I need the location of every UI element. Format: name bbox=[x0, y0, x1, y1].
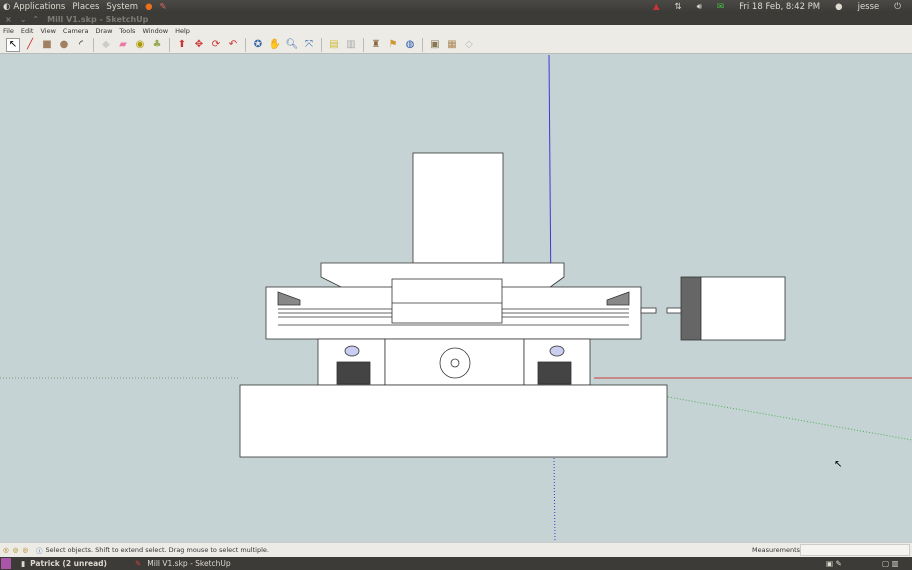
warning-icon[interactable]: ▲ bbox=[653, 2, 660, 12]
spindle-column bbox=[412, 152, 504, 264]
window-titlebar: × ⌄ ⌃ Mill V1.skp - SketchUp bbox=[0, 13, 912, 25]
google-earth-icon[interactable]: ◍ bbox=[403, 38, 417, 52]
base-block bbox=[239, 384, 668, 458]
circle-tool-icon[interactable]: ● bbox=[57, 38, 71, 52]
top-panel: ◐ Applications Places System ● ✎ ▲ ⇅ 🔊︎ … bbox=[0, 0, 912, 13]
geo-location-icon[interactable]: ◎ bbox=[3, 546, 9, 554]
workspace-switcher-icon[interactable]: ▣ ✎ bbox=[826, 559, 842, 568]
rail-right bbox=[537, 361, 572, 385]
firefox-icon[interactable]: ● bbox=[145, 2, 152, 12]
mail-icon[interactable]: ✉ bbox=[717, 2, 724, 12]
menu-places[interactable]: Places bbox=[72, 2, 99, 12]
separator bbox=[245, 37, 246, 52]
share-model-icon[interactable]: ▥ bbox=[344, 38, 358, 52]
account-icon[interactable]: ◎ bbox=[22, 546, 28, 554]
rectangle-tool-icon[interactable]: ■ bbox=[40, 38, 54, 52]
tape-measure-icon[interactable]: ◉ bbox=[133, 38, 147, 52]
line-tool-icon[interactable]: ╱ bbox=[23, 38, 37, 52]
close-icon[interactable]: × bbox=[5, 15, 12, 24]
taskbar-item-patrick[interactable]: Patrick (2 unread) bbox=[30, 559, 107, 568]
menu-file[interactable]: File bbox=[3, 27, 14, 35]
power-icon[interactable]: ⏻ bbox=[894, 2, 901, 12]
show-desktop-icon[interactable] bbox=[1, 558, 11, 569]
arc-tool-icon[interactable]: ◜ bbox=[74, 38, 88, 52]
select-tool-icon[interactable]: ↖ bbox=[6, 37, 20, 52]
menu-window[interactable]: Window bbox=[142, 27, 168, 35]
get-models-icon[interactable]: ▤ bbox=[327, 38, 341, 52]
taskbar: ▮ Patrick (2 unread) ✎ Mill V1.skp - Ske… bbox=[0, 557, 912, 570]
minimize-icon[interactable]: ⌄ bbox=[20, 15, 27, 24]
menubar: File Edit View Camera Draw Tools Window … bbox=[0, 25, 912, 36]
separator bbox=[363, 37, 364, 52]
carriage-block bbox=[391, 278, 503, 324]
toolbar: ↖ ╱ ■ ● ◜ ◆ ▰ ◉ ♣ ⬆ ✥ ⟳ ↶ ✪ ✋ 🔍︎ ⤧ ▤ ▥ ♜… bbox=[0, 36, 912, 54]
measurements-field[interactable] bbox=[800, 544, 910, 556]
push-pull-icon[interactable]: ⬆ bbox=[175, 38, 189, 52]
eraser-icon[interactable]: ▰ bbox=[116, 38, 130, 52]
add-location-icon[interactable]: ⚑ bbox=[386, 38, 400, 52]
model-viewport[interactable]: ↖ bbox=[0, 54, 912, 543]
menu-draw[interactable]: Draw bbox=[95, 27, 112, 35]
status-hint: Select objects. Shift to extend select. … bbox=[45, 546, 269, 554]
menu-camera[interactable]: Camera bbox=[63, 27, 89, 35]
menu-edit[interactable]: Edit bbox=[21, 27, 34, 35]
separator bbox=[169, 37, 170, 52]
orbit-icon[interactable]: ✪ bbox=[251, 38, 265, 52]
pan-icon[interactable]: ✋ bbox=[268, 38, 282, 52]
menu-applications[interactable]: Applications bbox=[13, 2, 65, 12]
share-component-icon[interactable]: ▦ bbox=[445, 38, 459, 52]
volume-icon[interactable]: 🔊︎ bbox=[697, 2, 702, 12]
zoom-icon[interactable]: 🔍︎ bbox=[285, 38, 299, 52]
taskbar-item-sketchup[interactable]: Mill V1.skp - SketchUp bbox=[147, 559, 230, 568]
model-drawing: ↖ bbox=[0, 54, 912, 543]
motor-face bbox=[680, 276, 702, 341]
blue-axis-dotted bbox=[553, 457, 556, 543]
pidgin-icon: ▮ bbox=[21, 559, 26, 568]
trash-icon[interactable]: ▢ ▥ bbox=[882, 559, 899, 568]
stepper-motor bbox=[700, 276, 786, 341]
ball-right bbox=[549, 345, 565, 357]
separator bbox=[321, 37, 322, 52]
separator bbox=[422, 37, 423, 52]
launcher-icon[interactable]: ✎ bbox=[160, 2, 167, 12]
zoom-extents-icon[interactable]: ⤧ bbox=[302, 38, 316, 52]
sketchup-icon: ✎ bbox=[134, 559, 142, 568]
rotate-icon[interactable]: ⟳ bbox=[209, 38, 223, 52]
ubuntu-logo-icon[interactable]: ◐ bbox=[3, 2, 10, 12]
paint-bucket-icon[interactable]: ♣ bbox=[150, 38, 164, 52]
status-bar: ◎ ◎ ◎ ⓘ Select objects. Shift to extend … bbox=[0, 542, 912, 557]
rail-left bbox=[336, 361, 371, 385]
credits-icon[interactable]: ◎ bbox=[13, 546, 19, 554]
window-title: Mill V1.skp - SketchUp bbox=[47, 14, 149, 24]
make-component-icon[interactable]: ◆ bbox=[99, 38, 113, 52]
help-icon[interactable]: ⓘ bbox=[36, 545, 43, 555]
preview-icon[interactable]: ◇ bbox=[462, 38, 476, 52]
move-icon[interactable]: ✥ bbox=[192, 38, 206, 52]
get-components-icon[interactable]: ▣ bbox=[428, 38, 442, 52]
menu-system[interactable]: System bbox=[106, 2, 138, 12]
menu-view[interactable]: View bbox=[40, 27, 55, 35]
follow-me-icon[interactable]: ↶ bbox=[226, 38, 240, 52]
separator bbox=[93, 37, 94, 52]
motor-shaft-left bbox=[640, 307, 657, 314]
place-model-icon[interactable]: ♜ bbox=[369, 38, 383, 52]
network-icon[interactable]: ⇅ bbox=[674, 2, 681, 12]
cursor-icon: ↖ bbox=[834, 459, 842, 470]
measurements-label: Measurements bbox=[752, 546, 801, 554]
user-icon: ● bbox=[835, 1, 843, 12]
maximize-icon[interactable]: ⌃ bbox=[32, 15, 39, 24]
ball-left bbox=[344, 345, 360, 357]
menu-tools[interactable]: Tools bbox=[119, 27, 135, 35]
clock[interactable]: Fri 18 Feb, 8:42 PM bbox=[739, 2, 820, 12]
menu-help[interactable]: Help bbox=[175, 27, 190, 35]
user-name[interactable]: jesse bbox=[858, 2, 880, 12]
